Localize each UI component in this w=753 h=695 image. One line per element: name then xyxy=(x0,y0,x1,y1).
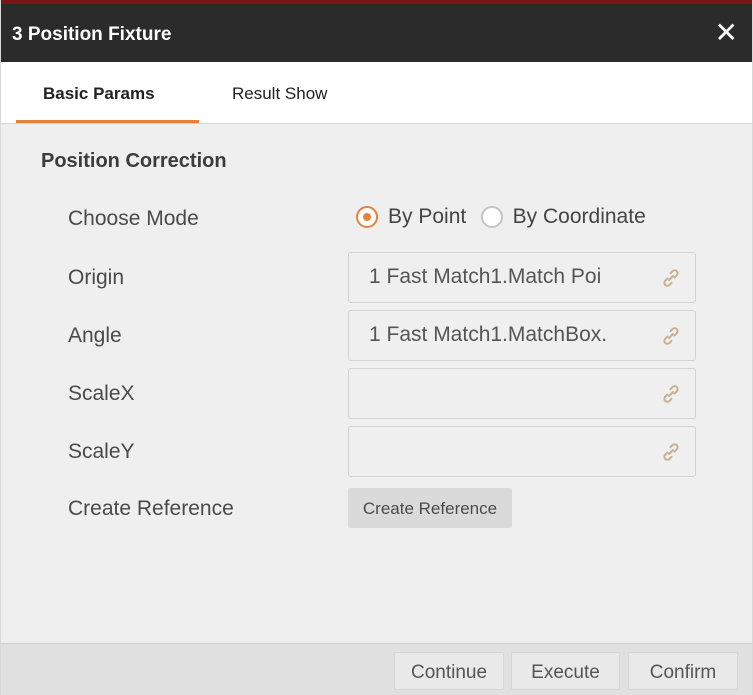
scaley-label: ScaleY xyxy=(68,440,135,463)
origin-value: 1 Fast Match1.Match Poi xyxy=(369,265,602,288)
choose-mode-label: Choose Mode xyxy=(68,207,199,230)
angle-value: 1 Fast Match1.MatchBox. xyxy=(369,323,608,346)
scalex-field[interactable] xyxy=(348,368,696,419)
tab-basic-params[interactable]: Basic Params xyxy=(16,62,199,123)
window-title: 3 Position Fixture xyxy=(12,24,172,45)
position-fixture-dialog: 3 Position Fixture ✕ Basic Params Result… xyxy=(0,0,753,695)
link-icon[interactable] xyxy=(659,324,683,348)
section-title: Position Correction xyxy=(41,150,227,172)
title-bar: 3 Position Fixture ✕ xyxy=(1,0,752,62)
radio-checked-icon xyxy=(356,206,378,228)
angle-field[interactable]: 1 Fast Match1.MatchBox. xyxy=(348,310,696,361)
radio-by-coordinate[interactable]: By Coordinate xyxy=(480,205,646,229)
tab-bar: Basic Params Result Show xyxy=(1,62,752,124)
continue-button[interactable]: Continue xyxy=(394,652,504,690)
execute-button[interactable]: Execute xyxy=(511,652,620,690)
origin-label: Origin xyxy=(68,266,125,289)
origin-field[interactable]: 1 Fast Match1.Match Poi xyxy=(348,252,696,303)
close-icon[interactable]: ✕ xyxy=(715,19,738,47)
confirm-button[interactable]: Confirm xyxy=(628,652,738,690)
link-icon[interactable] xyxy=(659,440,683,464)
radio-unchecked-icon xyxy=(480,206,503,228)
radio-by-point[interactable]: By Point xyxy=(356,205,466,229)
link-icon[interactable] xyxy=(659,382,683,406)
tab-result-show[interactable]: Result Show xyxy=(232,62,327,123)
radio-by-coordinate-label: By Coordinate xyxy=(512,205,646,228)
radio-by-point-label: By Point xyxy=(388,205,467,228)
create-reference-button[interactable]: Create Reference xyxy=(348,488,512,528)
create-reference-label: Create Reference xyxy=(68,497,234,520)
scaley-field[interactable] xyxy=(348,426,696,477)
scalex-label: ScaleX xyxy=(68,382,135,405)
angle-label: Angle xyxy=(68,324,122,347)
footer-bar: Continue Execute Confirm xyxy=(1,643,752,695)
mode-radio-group: By Point By Coordinate xyxy=(356,205,646,235)
link-icon[interactable] xyxy=(659,266,683,290)
